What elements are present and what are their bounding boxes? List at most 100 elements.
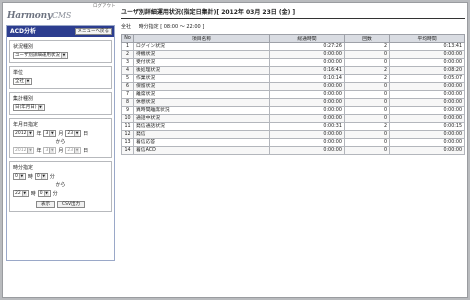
total-time-cell: 0:00:00	[269, 130, 345, 139]
month-unit: 月	[58, 148, 64, 154]
year-from-value: 2012	[15, 131, 27, 136]
hour-from-value: 0	[15, 174, 18, 179]
item-name-cell: 着信ACD	[133, 146, 270, 155]
minute-from-select[interactable]: 0 ▼	[34, 173, 48, 180]
table-body: 1 ログイン状況 0:27:26 2 0:13:41 2 待機状況 0:00:00 0 0:00:…	[121, 42, 465, 155]
month-to-select[interactable]: 3 ▼	[43, 147, 57, 154]
logo-main: Harmony	[7, 11, 52, 21]
month-to-value: 3	[45, 148, 49, 153]
count-cell: 0	[343, 98, 391, 107]
time-to-row: 22 ▼ 時 0 ▼ 分	[13, 190, 108, 197]
average-time-cell: 0:00:15	[389, 122, 465, 131]
hour-from-select[interactable]: 0 ▼	[13, 173, 26, 180]
row-number-cell: 9	[121, 106, 134, 115]
chevron-down-icon: ▼	[18, 174, 24, 179]
average-time-cell: 0:13:41	[389, 42, 465, 51]
day-to-value: 23	[67, 148, 74, 153]
total-time-cell: 0:00:00	[269, 82, 345, 91]
aggregation-select[interactable]: 日(年月日) ▼	[13, 104, 45, 111]
row-number-cell: 6	[121, 82, 134, 91]
csv-export-button[interactable]: CSV出力	[56, 201, 86, 208]
chevron-down-icon: ▼	[43, 191, 49, 196]
unit-select[interactable]: 全社 ▼	[13, 78, 32, 85]
total-time-cell: 0:10:14	[269, 74, 345, 83]
column-header: 回数	[343, 34, 391, 43]
main-content: ユーザ別詳細運用状況(指定日集計)[ 2012年 03月 23日 (金) ] 全…	[121, 9, 465, 155]
status-type-select[interactable]: ユーザ別詳細運用状況 ▼	[13, 52, 68, 59]
item-name-cell: 受付状況	[133, 58, 270, 67]
minute-to-select[interactable]: 0 ▼	[37, 190, 51, 197]
table-row: 12 発信 0:00:00 0 0:00:00	[121, 130, 465, 139]
total-time-cell: 0:00:00	[269, 146, 345, 155]
row-number-cell: 8	[121, 98, 134, 107]
time-range-summary: 時分指定 [ 08:00 ～ 22:00 ]	[138, 24, 205, 30]
month-from-select[interactable]: 3 ▼	[43, 130, 57, 137]
year-to-select[interactable]: 2012 ▼	[13, 147, 35, 154]
average-time-cell: 0:00:00	[389, 146, 465, 155]
average-time-cell: 0:00:00	[389, 114, 465, 123]
chevron-down-icon: ▼	[74, 131, 80, 136]
month-from-value: 3	[45, 131, 49, 136]
date-group: 年月日指定 2012 ▼ 年 3 ▼ 月 23 ▼ 日 から 2012 ▼ 年 3 ▼ 月 23 ▼ 日	[9, 118, 112, 158]
row-number-cell: 10	[121, 114, 134, 123]
chevron-down-icon: ▼	[37, 105, 43, 110]
date-label: 年月日指定	[13, 122, 39, 128]
item-name-cell: 待機状況	[133, 50, 270, 59]
count-cell: 2	[343, 42, 391, 51]
count-cell: 0	[343, 106, 391, 115]
hour-to-select[interactable]: 22 ▼	[13, 190, 29, 197]
average-time-cell: 0:00:00	[389, 138, 465, 147]
page-title: ユーザ別詳細運用状況(指定日集計)[ 2012年 03月 23日 (金) ]	[121, 9, 465, 19]
menu-back-button[interactable]: メニューへ戻る	[74, 28, 112, 35]
day-from-select[interactable]: 23 ▼	[65, 130, 82, 137]
item-name-cell: 発信通話状況	[133, 122, 270, 131]
unit-summary: 全社	[121, 24, 132, 30]
average-time-cell: 0:08:20	[389, 66, 465, 75]
count-cell: 0	[343, 50, 391, 59]
day-to-select[interactable]: 23 ▼	[65, 147, 82, 154]
item-name-cell: 作業状況	[133, 74, 270, 83]
average-time-cell: 0:00:00	[389, 90, 465, 99]
count-cell: 0	[343, 130, 391, 139]
chevron-down-icon: ▼	[49, 131, 55, 136]
time-from-row: 0 ▼ 時 0 ▼ 分	[13, 173, 108, 180]
logout-link[interactable]: ログアウト	[93, 3, 116, 9]
minute-from-value: 0	[36, 174, 40, 179]
item-name-cell: 離席状況	[133, 90, 270, 99]
count-cell: 2	[343, 66, 391, 75]
chevron-down-icon: ▼	[40, 174, 46, 179]
table-row: 4 後処理状況 0:16:41 2 0:08:20	[121, 66, 465, 75]
sidebar-header: ACD分析 メニューへ戻る	[7, 26, 114, 37]
column-header: 項目名称	[133, 34, 270, 43]
aggregation-group: 集計種別 日(年月日) ▼	[9, 92, 112, 115]
time-label: 時分指定	[13, 165, 34, 171]
row-number-cell: 12	[121, 130, 134, 139]
display-button[interactable]: 表示	[35, 201, 55, 208]
aggregation-value: 日(年月日)	[15, 105, 37, 110]
item-name-cell: 後処理状況	[133, 66, 270, 75]
average-time-cell: 0:00:00	[389, 50, 465, 59]
date-from-row: 2012 ▼ 年 3 ▼ 月 23 ▼ 日	[13, 130, 108, 137]
chevron-down-icon: ▼	[27, 131, 33, 136]
logo-suffix: CMS	[51, 11, 72, 20]
item-name-cell: 通話中状況	[133, 114, 270, 123]
count-cell: 0	[343, 58, 391, 67]
unit-value: 全社	[15, 79, 24, 84]
year-unit: 年	[36, 148, 42, 154]
table-row: 3 受付状況 0:00:00 0 0:00:00	[121, 58, 465, 67]
row-number-cell: 14	[121, 146, 134, 155]
table-row: 1 ログイン状況 0:27:26 2 0:13:41	[121, 42, 465, 51]
column-header: 平均時間	[389, 34, 465, 43]
table-header-row: No 項目名称 総通時間 回数 平均時間	[121, 34, 465, 43]
table-row: 10 通話中状況 0:00:00 0 0:00:00	[121, 114, 465, 123]
date-to-row: 2012 ▼ 年 3 ▼ 月 23 ▼ 日	[13, 147, 108, 154]
time-group: 時分指定 0 ▼ 時 0 ▼ 分 から 22 ▼ 時 0 ▼ 分 表示 CSV出力	[9, 161, 112, 212]
app-window: ログアウト HarmonyCMS ACD分析 メニューへ戻る 状況種別 ユーザ別…	[2, 2, 468, 298]
year-to-value: 2012	[15, 148, 27, 153]
date-range-word: から	[55, 139, 66, 145]
year-from-select[interactable]: 2012 ▼	[13, 130, 35, 137]
table-row: 7 離席状況 0:00:00 0 0:00:00	[121, 90, 465, 99]
total-time-cell: 0:00:00	[269, 114, 345, 123]
table-row: 2 待機状況 0:00:00 0 0:00:00	[121, 50, 465, 59]
action-buttons: 表示 CSV出力	[13, 201, 108, 208]
